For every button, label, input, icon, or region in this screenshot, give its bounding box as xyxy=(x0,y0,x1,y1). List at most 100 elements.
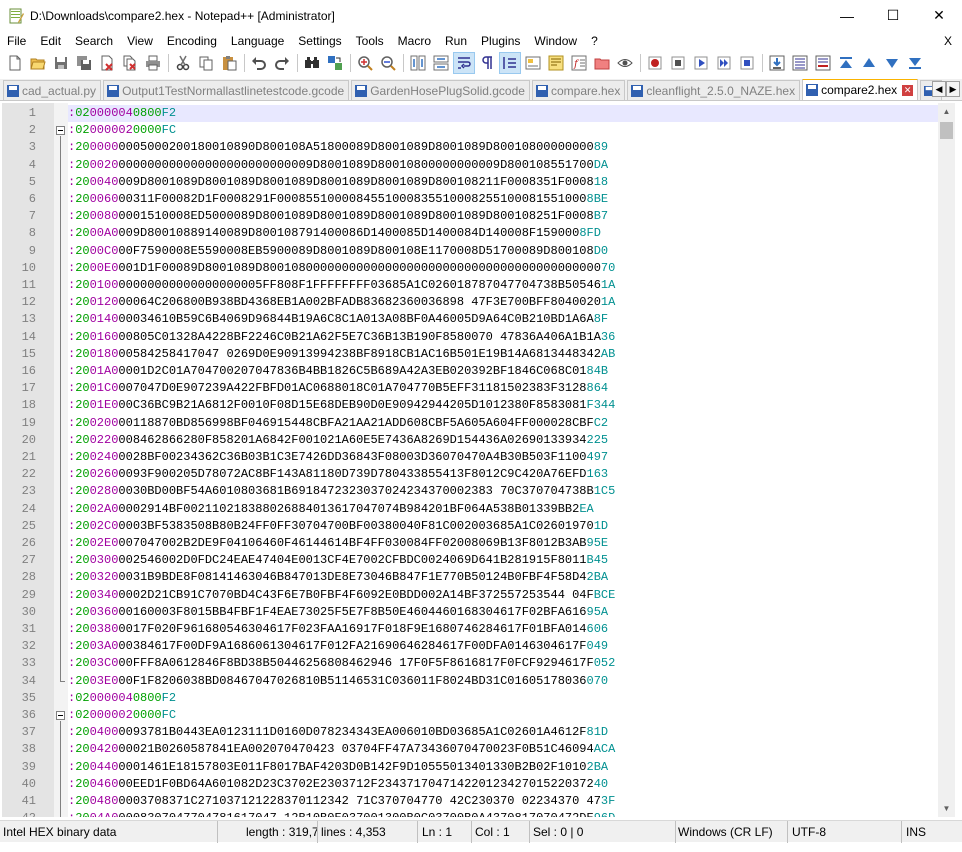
hex-record-line[interactable]: :020000040800F2 xyxy=(68,690,938,707)
copy-icon[interactable] xyxy=(195,52,217,74)
indent-guide-icon[interactable] xyxy=(499,52,521,74)
compare-icon[interactable] xyxy=(766,52,788,74)
hex-record-line[interactable]: :200040009D8001089D8001089D8001089D80010… xyxy=(68,174,938,191)
scroll-up-icon[interactable]: ▲ xyxy=(938,103,955,120)
menu-search[interactable]: Search xyxy=(68,31,120,51)
menu-help[interactable]: ? xyxy=(584,31,605,51)
cut-icon[interactable] xyxy=(172,52,194,74)
menu-tools[interactable]: Tools xyxy=(349,31,391,51)
word-wrap-icon[interactable] xyxy=(453,52,475,74)
redo-icon[interactable] xyxy=(271,52,293,74)
tab-cad-actual[interactable]: cad_actual.py xyxy=(3,80,102,100)
status-eol[interactable]: Windows (CR LF) xyxy=(676,820,788,843)
folder-workspace-icon[interactable] xyxy=(591,52,613,74)
hex-record-line[interactable]: :2000C000F7590008E5590008EB5900089D80010… xyxy=(68,243,938,260)
tab-close-icon[interactable]: ✕ xyxy=(902,84,914,96)
editor[interactable]: 1 2 3 4 5 6 7 8 9 10 11 12 13 14 15 16 17 18 19 20 21 22 23 24 2… xyxy=(2,103,955,817)
new-file-icon[interactable] xyxy=(4,52,26,74)
record-macro-icon[interactable] xyxy=(644,52,666,74)
menu-encoding[interactable]: Encoding xyxy=(160,31,224,51)
zoom-out-icon[interactable] xyxy=(377,52,399,74)
close-all-icon[interactable] xyxy=(119,52,141,74)
hex-record-line[interactable]: :2004800003708371C271037121228370112342 … xyxy=(68,793,938,810)
hex-record-line[interactable]: :20020000118870BD856998BF046915448CBFA21… xyxy=(68,415,938,432)
hex-record-line[interactable]: :20036000160003F8015BB4FBF1F4EAE73025F5E… xyxy=(68,604,938,621)
hex-record-line[interactable]: :2000A0009D80010889140089D80010879140008… xyxy=(68,225,938,242)
udl-icon[interactable] xyxy=(522,52,544,74)
hex-record-line[interactable]: :200300002546002D0FDC24EAE47404E0013CF4E… xyxy=(68,552,938,569)
save-icon[interactable] xyxy=(50,52,72,74)
menu-view[interactable]: View xyxy=(120,31,160,51)
fold-margin[interactable] xyxy=(54,103,68,817)
hex-record-line[interactable]: :20010000000000000000000005FF808F1FFFFFF… xyxy=(68,277,938,294)
doc-map-icon[interactable] xyxy=(545,52,567,74)
menu-run[interactable]: Run xyxy=(438,31,474,51)
compare-clear-icon[interactable] xyxy=(812,52,834,74)
compare-last-icon[interactable] xyxy=(904,52,926,74)
hex-record-line[interactable]: :2003400002D21CB91C7070BD4C43F6E7B0FBF4F… xyxy=(68,587,938,604)
notepadpp-app-icon[interactable] xyxy=(8,8,24,24)
replace-icon[interactable] xyxy=(324,52,346,74)
tab-scroll-right-icon[interactable]: ▶ xyxy=(946,81,960,97)
menu-settings[interactable]: Settings xyxy=(291,31,348,51)
compare-next-icon[interactable] xyxy=(881,52,903,74)
save-all-icon[interactable] xyxy=(73,52,95,74)
hex-record-line[interactable]: :020000040800F2 xyxy=(68,105,938,123)
tab-compare-hex[interactable]: compare.hex xyxy=(531,80,626,100)
hex-record-line[interactable]: :2003200031B9BDE8F08141463046B847013DE8E… xyxy=(68,569,938,586)
hex-record-line[interactable]: :2000E0001D1F00089D8001089D8001080000000… xyxy=(68,260,938,277)
hex-record-line[interactable]: :2002E0007047002B2DE9F04106460F46144614B… xyxy=(68,535,938,552)
print-icon[interactable] xyxy=(142,52,164,74)
menu-edit[interactable]: Edit xyxy=(33,31,68,51)
vertical-scrollbar[interactable]: ▲ ▼ xyxy=(938,103,955,817)
compare-prev-icon[interactable] xyxy=(858,52,880,74)
find-icon[interactable] xyxy=(301,52,323,74)
hex-record-line[interactable]: :2002C00003BF5383508B80B24FF0FF30704700B… xyxy=(68,518,938,535)
run-macro-multiple-icon[interactable] xyxy=(713,52,735,74)
fold-toggle-icon[interactable] xyxy=(56,711,65,720)
sync-horizontal-icon[interactable] xyxy=(430,52,452,74)
compare-nav-icon[interactable] xyxy=(789,52,811,74)
hex-record-line[interactable]: :2002A00002914BF002110218388026884013617… xyxy=(68,501,938,518)
hex-record-line[interactable]: :20042000021B0260587841EA002070470423 03… xyxy=(68,741,938,758)
hex-record-line[interactable]: :020000020000FC xyxy=(68,122,938,139)
hex-record-line[interactable]: :20014000034610B59C6B4069D96844B19A6C8C1… xyxy=(68,311,938,328)
tab-cleanflight[interactable]: cleanflight_2.5.0_NAZE.hex xyxy=(627,80,801,100)
hex-record-line[interactable]: :2004000093781B0443EA0123111D0160D078234… xyxy=(68,724,938,741)
tab-compare2-hex[interactable]: compare2.hex ✕ xyxy=(802,79,919,100)
open-file-icon[interactable] xyxy=(27,52,49,74)
sync-vertical-icon[interactable] xyxy=(407,52,429,74)
hex-record-line[interactable]: :20018000584258417047 0269D0E90913994238… xyxy=(68,346,938,363)
stop-record-icon[interactable] xyxy=(667,52,689,74)
hex-record-line[interactable]: :2003800017F020F961680546304617F023FAA16… xyxy=(68,621,938,638)
hex-record-line[interactable]: :2004400001461E18157803E011F8017BAF4203D… xyxy=(68,759,938,776)
status-mode[interactable]: INS xyxy=(902,821,952,843)
hex-record-line[interactable]: :2003C000FFF8A0612846F8BD38B504462568084… xyxy=(68,655,938,672)
save-macro-icon[interactable] xyxy=(736,52,758,74)
hex-record-line[interactable]: :2001A00001D2C01A704700207047836B4BB1826… xyxy=(68,363,938,380)
fold-toggle-icon[interactable] xyxy=(56,126,65,136)
minimize-button[interactable]: — xyxy=(824,0,870,31)
maximize-button[interactable]: ☐ xyxy=(870,0,916,31)
hex-record-line[interactable]: :2002600093F900205D78072AC8BF143A81180D7… xyxy=(68,466,938,483)
function-list-icon[interactable]: f xyxy=(568,52,590,74)
paste-icon[interactable] xyxy=(218,52,240,74)
playback-icon[interactable] xyxy=(690,52,712,74)
hex-record-line[interactable]: :2001C0007047D0E907239A422FBFD01AC068801… xyxy=(68,380,938,397)
menu-file[interactable]: File xyxy=(0,31,33,51)
hex-record-line[interactable]: :2002400028BF00234362C36B03B1C3E7426DD36… xyxy=(68,449,938,466)
hex-record-line[interactable]: :200220008462866280F858201A6842F001021A6… xyxy=(68,432,938,449)
menu-window[interactable]: Window xyxy=(527,31,584,51)
hex-record-line[interactable]: :2000000005000200180010890D800108A518000… xyxy=(68,139,938,156)
close-document-button[interactable]: X xyxy=(944,34,952,48)
scroll-down-icon[interactable]: ▼ xyxy=(938,800,955,817)
menu-macro[interactable]: Macro xyxy=(391,31,438,51)
hex-record-line[interactable]: :20016000805C01328A4228BF2246C0B21A62F5E… xyxy=(68,329,938,346)
hex-record-line[interactable]: :2003A000384617F00DF9A1686061304617F012F… xyxy=(68,638,938,655)
menu-language[interactable]: Language xyxy=(224,31,291,51)
tab-output1[interactable]: Output1TestNormallastlinetestcode.gcode xyxy=(103,80,350,100)
hex-record-line[interactable]: :20046000EED1F0BD64A601082D23C3702E23037… xyxy=(68,776,938,793)
hex-record-line[interactable]: :200020000000000000000000000000009D80010… xyxy=(68,157,938,174)
code-area[interactable]: :020000040800F2:020000020000FC:200000000… xyxy=(68,103,938,817)
hex-record-line[interactable]: :2002800030BD00BF54A6010803681B691847232… xyxy=(68,483,938,500)
